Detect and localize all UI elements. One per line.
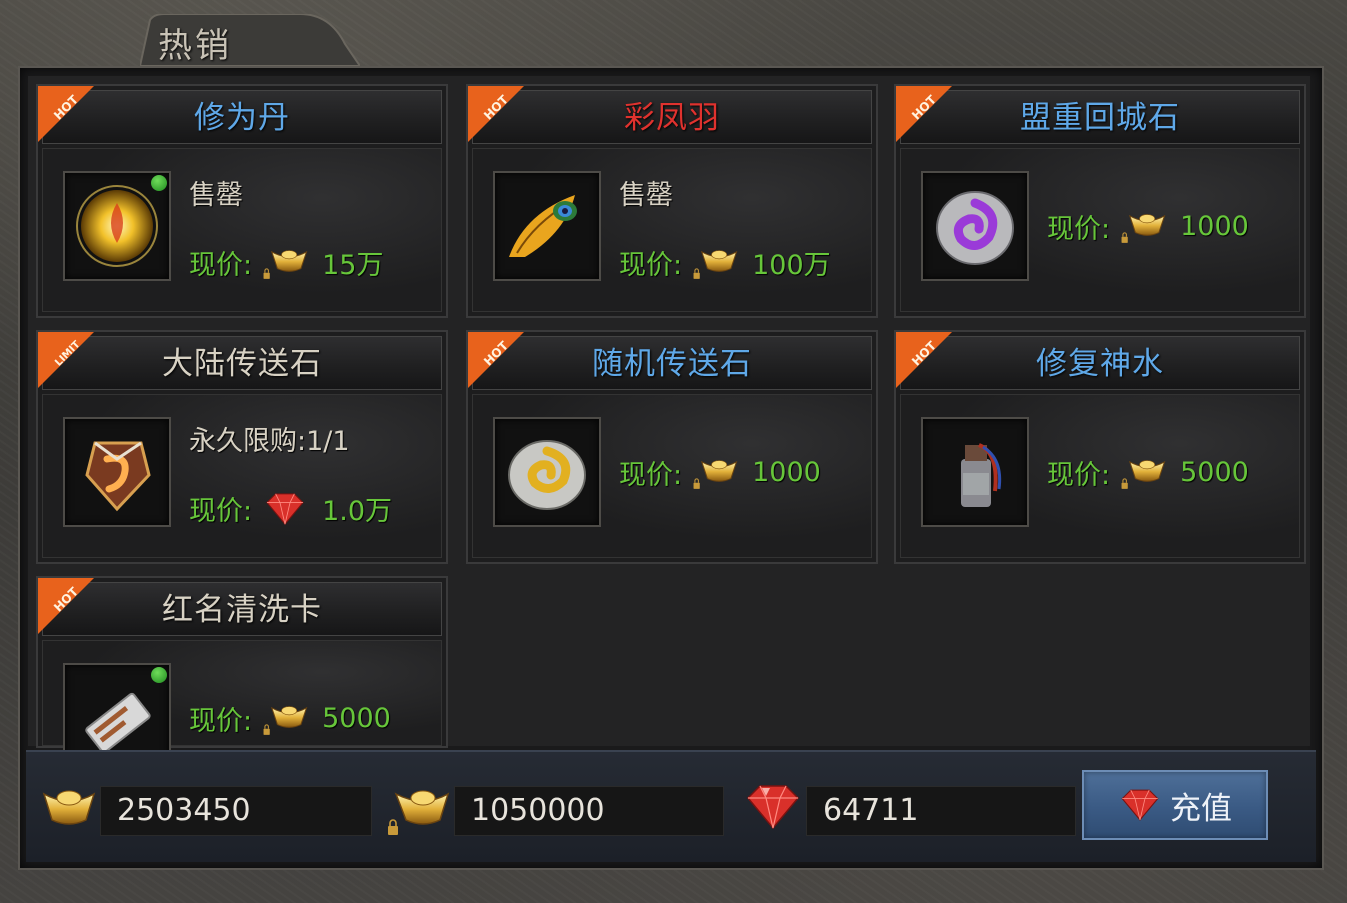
hot-ribbon: HOT: [896, 86, 952, 142]
price-row: 现价: 1.0万: [189, 489, 392, 528]
item-icon-slot[interactable]: [921, 171, 1029, 281]
price-row: 现价: 1000: [619, 453, 821, 492]
item-name: 随机传送石: [592, 346, 752, 382]
item-body: 现价: 5000: [900, 394, 1300, 558]
locked-gold-ingot-icon: [1121, 459, 1166, 489]
locked-gold-ingot-icon: [693, 249, 738, 279]
item-name: 大陆传送石: [162, 346, 322, 382]
item-status: 售罄: [189, 180, 243, 211]
shop-item-card[interactable]: 修复神水 现价: 5000 HOT: [894, 330, 1306, 564]
price-row: 现价: 1000: [1047, 207, 1249, 246]
item-header: 红名清洗卡: [42, 582, 442, 636]
gold-amount: 2503450: [100, 786, 372, 836]
locked-gold-ingot-icon: [693, 459, 738, 489]
shop-item-card[interactable]: 红名清洗卡 现价: 5000 HOT: [36, 576, 448, 773]
item-body: 永久限购:1/1 现价: 1.0万: [42, 394, 442, 558]
item-name: 红名清洗卡: [162, 592, 322, 628]
item-header: 修复神水: [900, 336, 1300, 390]
locked-gold-ingot-icon: [388, 790, 450, 835]
hot-ribbon: HOT: [38, 578, 94, 634]
item-icon-slot[interactable]: [493, 417, 601, 527]
price-row: 现价: 100万: [619, 243, 831, 282]
item-icon-slot[interactable]: [493, 171, 601, 281]
locked-gold-ingot-icon: [263, 249, 308, 279]
bound-gold-amount: 1050000: [454, 786, 724, 836]
price-label: 现价:: [619, 460, 683, 491]
item-icon-slot[interactable]: [921, 417, 1029, 527]
shop-item-card[interactable]: 修为丹 售罄 现价: 15万 HOT: [36, 84, 448, 318]
item-header: 随机传送石: [472, 336, 872, 390]
gem-amount: 64711: [806, 786, 1076, 836]
price-row: 现价: 5000: [189, 699, 391, 738]
price-row: 现价: 5000: [1047, 453, 1249, 492]
item-header: 彩凤羽: [472, 90, 872, 144]
item-body: 现价: 1000: [900, 148, 1300, 312]
gold-ingot-icon: [42, 790, 96, 825]
item-name: 修复神水: [1036, 346, 1164, 382]
hot-ribbon: HOT: [38, 86, 94, 142]
price-value: 1.0万: [322, 496, 393, 527]
item-icon-slot[interactable]: [63, 417, 171, 527]
price-label: 现价:: [189, 250, 253, 281]
wallet-bar: 2503450 1050000 64711 充值: [26, 750, 1316, 862]
item-body: 现价: 1000: [472, 394, 872, 558]
price-label: 现价:: [1047, 460, 1111, 491]
recharge-button[interactable]: 充值: [1082, 770, 1268, 840]
price-row: 现价: 15万: [189, 243, 383, 282]
price-value: 100万: [752, 250, 831, 281]
price-value: 1000: [752, 457, 821, 488]
price-value: 5000: [322, 703, 391, 734]
item-name: 修为丹: [194, 100, 290, 136]
panel-title: 热销: [158, 26, 232, 66]
item-header: 大陆传送石: [42, 336, 442, 390]
price-label: 现价:: [619, 250, 683, 281]
shop-item-card[interactable]: 大陆传送石 永久限购:1/1 现价: 1.0万 LIMIT: [36, 330, 448, 564]
item-header: 修为丹: [42, 90, 442, 144]
hot-ribbon: HOT: [468, 332, 524, 388]
limit-ribbon: LIMIT: [38, 332, 94, 388]
price-value: 5000: [1180, 457, 1249, 488]
new-indicator-dot: [151, 667, 167, 683]
new-indicator-dot: [151, 175, 167, 191]
price-value: 1000: [1180, 211, 1249, 242]
shop-item-card[interactable]: 盟重回城石 现价: 1000 HOT: [894, 84, 1306, 318]
locked-gold-ingot-icon: [1121, 213, 1166, 243]
item-body: 售罄 现价: 15万: [42, 148, 442, 312]
item-name: 盟重回城石: [1020, 100, 1180, 136]
ruby-gem-icon: [266, 492, 304, 525]
item-body: 现价: 5000: [42, 640, 442, 773]
hot-ribbon: HOT: [468, 86, 524, 142]
price-label: 现价:: [1047, 214, 1111, 245]
price-label: 现价:: [189, 496, 253, 527]
shop-item-card[interactable]: 随机传送石 现价: 1000 HOT: [466, 330, 878, 564]
item-icon-slot[interactable]: [63, 171, 171, 281]
item-status: 永久限购:1/1: [189, 426, 350, 457]
price-label: 现价:: [189, 706, 253, 737]
hot-ribbon: HOT: [896, 332, 952, 388]
shop-item-card[interactable]: 彩凤羽 售罄 现价: 100万 HOT: [466, 84, 878, 318]
item-status: 售罄: [619, 180, 673, 211]
recharge-label: 充值: [1170, 790, 1232, 827]
item-name: 彩凤羽: [624, 100, 720, 136]
ruby-gem-icon: [1121, 789, 1159, 821]
item-body: 售罄 现价: 100万: [472, 148, 872, 312]
price-value: 15万: [322, 250, 384, 281]
ruby-gem-icon: [746, 785, 800, 830]
item-header: 盟重回城石: [900, 90, 1300, 144]
locked-gold-ingot-icon: [263, 705, 308, 735]
